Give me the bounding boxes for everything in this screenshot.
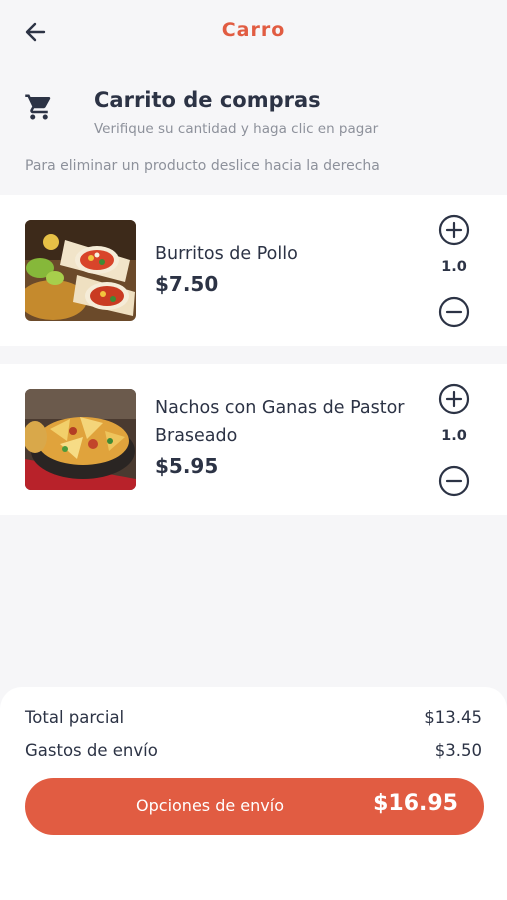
item-name: Burritos de Pollo — [155, 244, 298, 264]
order-summary: Total parcial $13.45 Gastos de envío $3.… — [0, 687, 507, 900]
increase-quantity-button[interactable] — [437, 213, 471, 247]
cart-heading: Carrito de compras Verifique su cantidad… — [0, 84, 507, 144]
cart-item[interactable]: Burritos de Pollo $7.50 1.0 — [0, 195, 507, 346]
plus-circle-icon — [438, 383, 470, 415]
cart-subtitle: Verifique su cantidad y haga clic en pag… — [94, 121, 379, 137]
shipping-label: Gastos de envío — [25, 741, 158, 760]
subtotal-row: Total parcial $13.45 — [25, 708, 482, 732]
cart-item[interactable]: Nachos con Ganas de Pastor Braseado $5.9… — [0, 364, 507, 515]
burritos-photo — [25, 220, 136, 321]
top-bar: Carro — [0, 0, 507, 64]
shipping-options-button[interactable]: Opciones de envío $16.95 — [25, 778, 484, 835]
increase-quantity-button[interactable] — [437, 382, 471, 416]
subtotal-label: Total parcial — [25, 708, 125, 727]
quantity-value: 1.0 — [441, 428, 467, 444]
item-price: $5.95 — [155, 454, 219, 478]
quantity-stepper: 1.0 — [434, 213, 474, 333]
swipe-hint: Para eliminar un producto deslice hacia … — [25, 158, 380, 174]
decrease-quantity-button[interactable] — [437, 295, 471, 329]
order-total: $16.95 — [373, 791, 458, 816]
plus-circle-icon — [438, 214, 470, 246]
shopping-cart-icon — [25, 94, 51, 120]
quantity-stepper: 1.0 — [434, 382, 474, 502]
nachos-photo — [25, 389, 136, 490]
item-name: Nachos con Ganas de Pastor Braseado — [155, 398, 405, 446]
shipping-value: $3.50 — [434, 741, 482, 760]
minus-circle-icon — [438, 465, 470, 497]
page-title: Carro — [221, 19, 286, 41]
item-price: $7.50 — [155, 272, 219, 296]
minus-circle-icon — [438, 296, 470, 328]
shipping-row: Gastos de envío $3.50 — [25, 741, 482, 765]
subtotal-value: $13.45 — [424, 708, 482, 727]
shipping-options-label: Opciones de envío — [136, 796, 284, 815]
cart-title: Carrito de compras — [94, 88, 321, 112]
decrease-quantity-button[interactable] — [437, 464, 471, 498]
quantity-value: 1.0 — [441, 259, 467, 275]
cart-screen: Carro Carrito de compras Verifique su ca… — [0, 0, 507, 900]
